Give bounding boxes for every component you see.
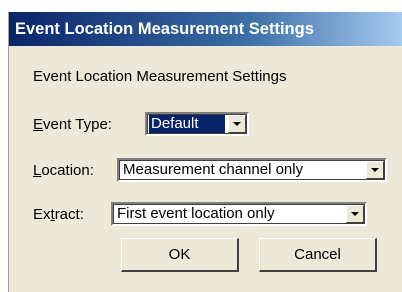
- event-type-value: Default: [149, 115, 225, 133]
- chevron-down-icon: [351, 212, 359, 216]
- ok-button[interactable]: OK: [121, 238, 239, 272]
- location-value: Measurement channel only: [123, 161, 304, 178]
- location-label: Location:: [33, 162, 94, 179]
- title-bar[interactable]: Event Location Measurement Settings: [9, 12, 402, 46]
- extract-label: Extract:: [33, 206, 84, 223]
- dialog-heading: Event Location Measurement Settings: [33, 68, 287, 85]
- event-type-dropdown-button[interactable]: [228, 115, 246, 133]
- settings-dialog: Event Location Measurement Settings Even…: [8, 12, 402, 292]
- location-dropdown-button[interactable]: [366, 161, 384, 179]
- event-type-label-text: vent Type:: [43, 116, 112, 133]
- location-select[interactable]: Measurement channel only: [117, 158, 387, 182]
- event-type-select[interactable]: Default: [145, 112, 249, 136]
- window-title: Event Location Measurement Settings: [15, 19, 314, 38]
- event-type-accelerator: E: [33, 116, 44, 133]
- extract-dropdown-button[interactable]: [346, 205, 364, 223]
- extract-label-pre: Ex: [33, 206, 51, 223]
- event-type-label: Event Type:: [33, 116, 112, 133]
- chevron-down-icon: [233, 122, 241, 126]
- cancel-button[interactable]: Cancel: [259, 238, 377, 272]
- location-label-text: ocation:: [41, 162, 94, 179]
- extract-value: First event location only: [117, 205, 275, 222]
- chevron-down-icon: [371, 168, 379, 172]
- extract-label-text: ract:: [54, 206, 84, 223]
- extract-select[interactable]: First event location only: [111, 202, 367, 226]
